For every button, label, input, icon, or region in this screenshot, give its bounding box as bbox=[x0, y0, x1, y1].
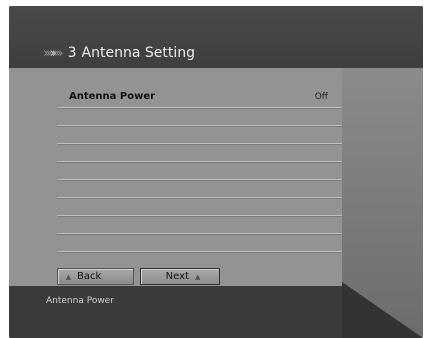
page-title: ›››››››› 3 Antenna Setting bbox=[43, 42, 195, 64]
list-item bbox=[57, 234, 342, 252]
back-label: Back bbox=[77, 271, 102, 282]
list-item bbox=[57, 216, 342, 234]
setting-label: Antenna Power bbox=[69, 91, 156, 102]
settings-list: Antenna Power Off bbox=[57, 88, 342, 252]
navigation-buttons: ▲ Back Next ▲ bbox=[57, 268, 226, 285]
triangle-up-icon: ▲ bbox=[194, 272, 201, 281]
list-item bbox=[57, 144, 342, 162]
setting-row-antenna-power[interactable]: Antenna Power Off bbox=[57, 88, 342, 108]
list-item bbox=[57, 198, 342, 216]
list-item bbox=[57, 108, 342, 126]
list-item bbox=[57, 162, 342, 180]
status-bar: Antenna Power bbox=[9, 286, 342, 338]
setting-value: Off bbox=[314, 92, 328, 102]
next-label: Next bbox=[165, 271, 189, 282]
back-button[interactable]: ▲ Back bbox=[57, 268, 134, 285]
status-text: Antenna Power bbox=[46, 296, 114, 306]
chevron-progress-icon: ›››››››› bbox=[43, 45, 64, 61]
settings-panel: Antenna Power Off ▲ Back Next ▲ bbox=[9, 68, 342, 286]
triangle-up-icon: ▲ bbox=[65, 272, 72, 281]
step-number: 3 bbox=[67, 45, 77, 61]
list-item bbox=[57, 126, 342, 144]
title-bar: ›››››››› 3 Antenna Setting bbox=[9, 6, 423, 68]
list-item bbox=[57, 180, 342, 198]
next-button[interactable]: Next ▲ bbox=[140, 268, 220, 285]
tv-screen: ›››››››› 3 Antenna Setting Antenna Power… bbox=[9, 6, 423, 338]
title-text: Antenna Setting bbox=[81, 45, 196, 61]
